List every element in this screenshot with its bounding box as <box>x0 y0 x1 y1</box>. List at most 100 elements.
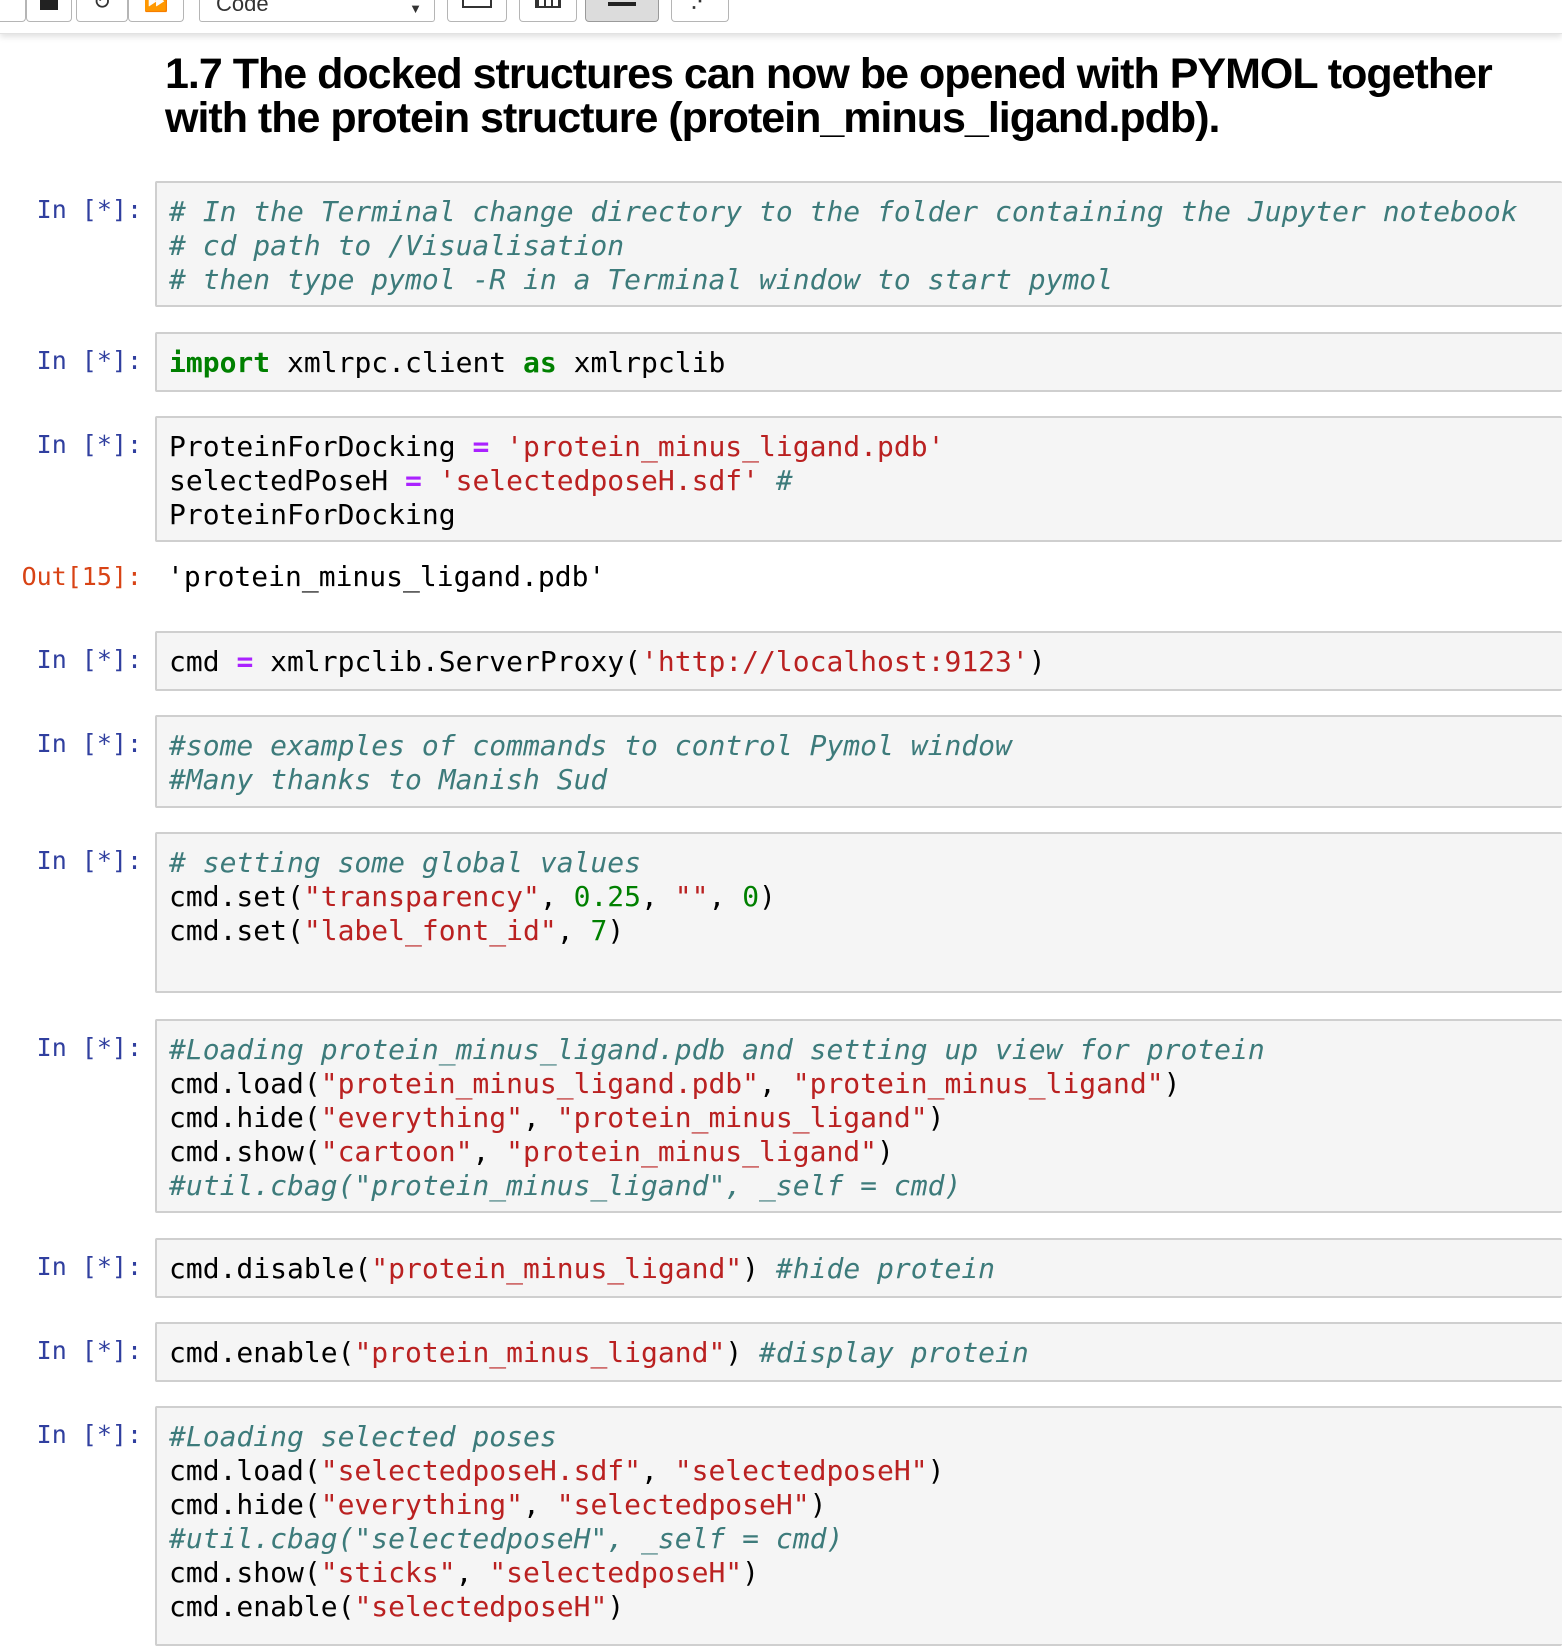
restart-icon: ↻ <box>92 0 112 14</box>
code-token: = <box>236 645 254 678</box>
code-token: #hide protein <box>775 1252 996 1285</box>
code-line: #util.cbag("selectedposeH", _self = cmd) <box>169 1522 1562 1556</box>
code-line: cmd = xmlrpclib.ServerProxy('http://loca… <box>169 645 1562 679</box>
input-prompt: In [*]: <box>36 195 142 224</box>
code-token: "selectedposeH.sdf" <box>320 1454 642 1487</box>
code-token: 'protein_minus_ligand.pdb' <box>167 560 606 593</box>
code-token: ProteinForDocking <box>169 498 456 531</box>
code-token: ) <box>927 1101 945 1134</box>
code-token: "protein_minus_ligand" <box>354 1336 726 1369</box>
output-prompt: Out[15]: <box>21 562 142 591</box>
code-token: # setting some global values <box>169 846 642 879</box>
toc-button[interactable] <box>585 0 659 22</box>
code-text: cmd = xmlrpclib.ServerProxy('http://loca… <box>157 633 1562 679</box>
code-line: selectedPoseH = 'selectedposeH.sdf' # <box>169 464 1562 498</box>
code-token: 'protein_minus_ligand.pdb' <box>506 430 945 463</box>
code-token: #util.cbag("protein_minus_ligand", _self… <box>169 1169 962 1202</box>
code-editor[interactable]: #Loading selected poses cmd.load("selecte… <box>155 1406 1562 1646</box>
code-editor[interactable]: cmd.enable("protein_minus_ligand") #disp… <box>155 1322 1562 1382</box>
code-token: selectedPoseH <box>169 464 406 497</box>
section-heading: 1.7 The docked structures can now be ope… <box>165 50 1493 142</box>
code-editor[interactable]: #Loading protein_minus_ligand.pdb and se… <box>155 1019 1562 1213</box>
cell-type-select[interactable]: Code ▼ <box>199 0 435 22</box>
code-line: cmd.load("protein_minus_ligand.pdb", "pr… <box>169 1067 1562 1101</box>
table-button[interactable] <box>519 0 577 22</box>
code-token: cmd.hide( <box>169 1488 321 1521</box>
command-palette-button[interactable] <box>447 0 507 22</box>
stop-button[interactable] <box>26 0 72 22</box>
code-token: 'selectedposeH.sdf' <box>438 464 760 497</box>
code-cell: In [*]: #some examples of commands to con… <box>0 715 1562 808</box>
code-line: # In the Terminal change directory to th… <box>169 195 1562 229</box>
code-line: #util.cbag("protein_minus_ligand", _self… <box>169 1169 1562 1203</box>
code-line: #Loading protein_minus_ligand.pdb and se… <box>169 1033 1562 1067</box>
cell-output-area: 'protein_minus_ligand.pdb' <box>155 548 1562 598</box>
code-editor[interactable]: #some examples of commands to control Py… <box>155 715 1562 808</box>
code-token: cmd.set( <box>169 914 304 947</box>
restart-run-all-button[interactable]: ⏩ <box>128 0 184 22</box>
code-token: cmd.load( <box>169 1067 321 1100</box>
code-token: "selectedposeH" <box>556 1488 810 1521</box>
code-token: , <box>523 1101 557 1134</box>
code-editor[interactable]: # setting some global values cmd.set("tra… <box>155 832 1562 993</box>
code-token: , <box>641 1454 675 1487</box>
code-token: ProteinForDocking <box>169 430 473 463</box>
code-token: = <box>472 430 490 463</box>
code-token: , <box>708 880 743 913</box>
code-line: cmd.load("selectedposeH.sdf", "selectedp… <box>169 1454 1562 1488</box>
code-token: "selectedposeH" <box>489 1556 743 1589</box>
output-text: 'protein_minus_ligand.pdb' <box>155 548 1562 594</box>
code-line: cmd.disable("protein_minus_ligand") #hid… <box>169 1252 1562 1286</box>
code-line: # setting some global values <box>169 846 1562 880</box>
code-cell: In [*]: ProteinForDocking = 'protein_minu… <box>0 416 1562 542</box>
code-line: #Loading selected poses <box>169 1420 1562 1454</box>
code-editor[interactable]: cmd = xmlrpclib.ServerProxy('http://loca… <box>155 631 1562 691</box>
code-editor[interactable]: import xmlrpc.client as xmlrpclib <box>155 332 1562 392</box>
code-token: "label_font_id" <box>303 914 557 947</box>
code-line: cmd.hide("everything", "protein_minus_li… <box>169 1101 1562 1135</box>
code-text: # In the Terminal change directory to th… <box>157 183 1562 297</box>
code-token: xmlrpclib <box>556 346 726 379</box>
code-editor[interactable]: cmd.disable("protein_minus_ligand") #hid… <box>155 1238 1562 1298</box>
code-cell: In [*]: cmd = xmlrpclib.ServerProxy('http… <box>0 631 1562 691</box>
list-icon <box>608 0 636 6</box>
cell-type-value: Code <box>216 0 269 16</box>
code-text: import xmlrpc.client as xmlrpclib <box>157 334 1562 380</box>
input-prompt: In [*]: <box>36 1252 142 1281</box>
code-line: cmd.set("label_font_id", 7) <box>169 914 1562 948</box>
restart-button[interactable]: ↻ <box>76 0 128 22</box>
input-prompt: In [*]: <box>36 430 142 459</box>
code-token: "protein_minus_ligand" <box>506 1135 878 1168</box>
notebook-toolbar: ↻ ⏩ Code ▼ ⋰ <box>0 0 1562 34</box>
chevron-down-icon: ▼ <box>409 1 422 16</box>
code-line: 'protein_minus_ligand.pdb' <box>167 560 1562 594</box>
code-line: cmd.enable("protein_minus_ligand") #disp… <box>169 1336 1562 1370</box>
output-cell: Out[15]: 'protein_minus_ligand.pdb' <box>0 548 1562 598</box>
code-token: "protein_minus_ligand" <box>792 1067 1164 1100</box>
code-token: #util.cbag("selectedposeH", _self = cmd) <box>169 1522 844 1555</box>
code-token: "protein_minus_ligand" <box>556 1101 928 1134</box>
code-token: ) <box>725 1336 760 1369</box>
code-line: ProteinForDocking = 'protein_minus_ligan… <box>169 430 1562 464</box>
code-token: xmlrpc.client <box>270 346 524 379</box>
share-button[interactable]: ⋰ <box>671 0 729 22</box>
code-token: # In the Terminal change directory to th… <box>169 195 1518 228</box>
fast-forward-icon: ⏩ <box>143 0 169 13</box>
input-prompt: In [*]: <box>36 729 142 758</box>
code-token: cmd <box>169 645 237 678</box>
code-token: "everything" <box>320 1488 524 1521</box>
code-editor[interactable]: # In the Terminal change directory to th… <box>155 181 1562 307</box>
code-text: #Loading selected poses cmd.load("selecte… <box>157 1408 1562 1624</box>
code-token: , <box>523 1488 557 1521</box>
code-token: 'http://localhost:9123' <box>641 645 1029 678</box>
code-line: # then type pymol -R in a Terminal windo… <box>169 263 1562 297</box>
code-text: #Loading protein_minus_ligand.pdb and se… <box>157 1021 1562 1203</box>
code-editor[interactable]: ProteinForDocking = 'protein_minus_ligan… <box>155 416 1562 542</box>
code-token: ) <box>1163 1067 1181 1100</box>
code-token: cmd.set( <box>169 880 304 913</box>
toolbar-edge-button[interactable] <box>0 0 26 22</box>
code-token: #Loading protein_minus_ligand.pdb and se… <box>169 1033 1265 1066</box>
